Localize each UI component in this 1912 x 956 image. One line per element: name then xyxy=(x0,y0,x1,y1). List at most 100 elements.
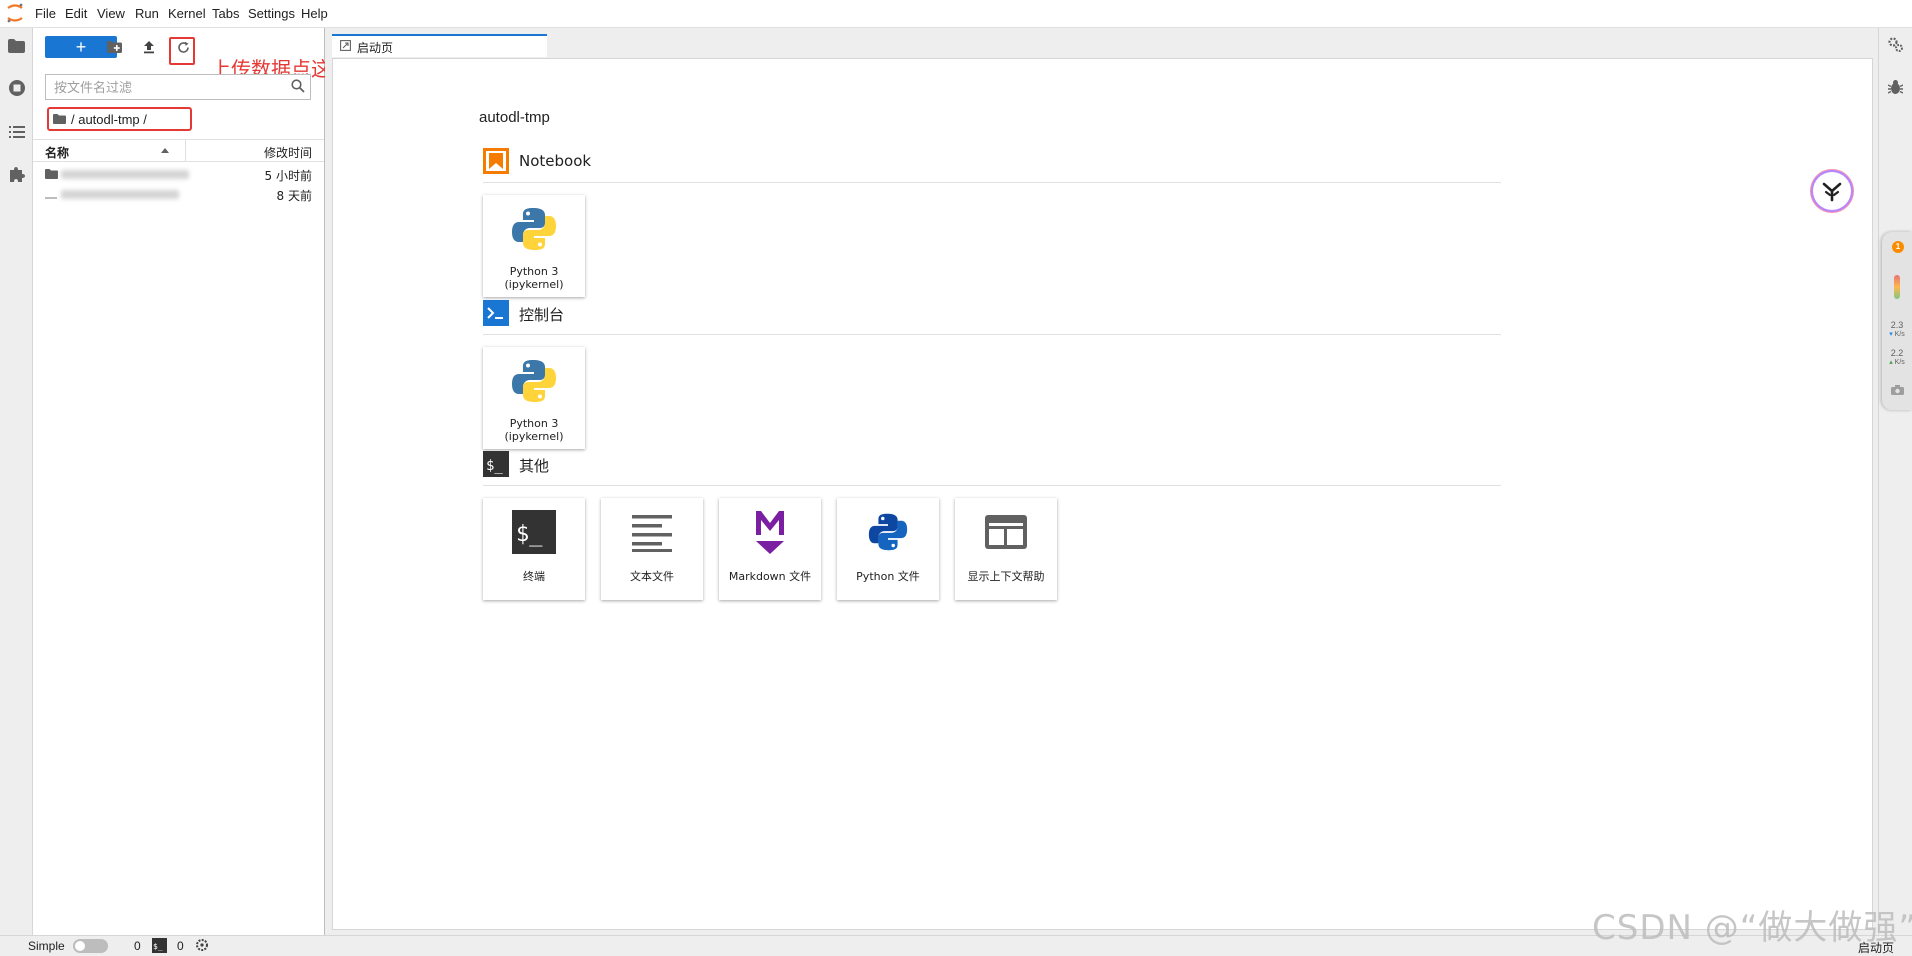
main-dock-area: 启动页 autodl-tmp Notebook Python 3 (ipyker… xyxy=(325,28,1878,935)
kernel-settings-icon[interactable] xyxy=(195,938,209,955)
card-label: 文本文件 xyxy=(630,570,674,583)
card-label: Markdown 文件 xyxy=(728,570,812,583)
tab-launcher[interactable]: 启动页 xyxy=(332,34,547,57)
download-speed: 2.3 ▾ K/s xyxy=(1882,320,1912,340)
left-activity-bar xyxy=(0,28,33,935)
file-filter-input[interactable] xyxy=(46,75,286,101)
tab-label[interactable]: 启动页 xyxy=(357,39,393,56)
svg-text:$_: $_ xyxy=(153,942,163,951)
markdown-icon xyxy=(746,508,794,556)
download-unit: ▾ K/s xyxy=(1889,331,1905,338)
file-row-file[interactable]: 8 天前 xyxy=(33,183,324,205)
section-title: 其他 xyxy=(519,457,550,475)
terminal-dollar-icon: $_ xyxy=(483,451,509,477)
contextual-help-icon xyxy=(982,508,1030,556)
file-browser-panel: + 上传数据点这里 / autodl-tmp / 名称 修改时间 5 小时前 xyxy=(33,28,351,935)
launcher-card-contextual-help[interactable]: 显示上下文帮助 xyxy=(955,498,1057,600)
menu-file[interactable]: File xyxy=(35,6,56,21)
debugger-bug-icon[interactable] xyxy=(1887,79,1904,98)
file-icon xyxy=(45,187,57,202)
python-file-icon xyxy=(864,508,912,556)
terminal-icon: $_ xyxy=(510,508,558,556)
toggle-knob xyxy=(75,941,85,951)
right-activity-bar xyxy=(1878,28,1912,935)
card-label: 显示上下文帮助 xyxy=(967,570,1045,583)
menu-tabs[interactable]: Tabs xyxy=(212,6,239,21)
jupyter-logo-icon xyxy=(6,3,24,23)
menu-kernel[interactable]: Kernel xyxy=(168,6,206,21)
launcher-tab-icon xyxy=(340,40,351,54)
notification-badge[interactable]: 1 xyxy=(1892,241,1904,253)
upload-unit: ▴ K/s xyxy=(1889,359,1905,366)
python-logo-icon xyxy=(510,357,558,405)
upload-value: 2.2 xyxy=(1890,348,1904,358)
breadcrumb-folder-icon[interactable] xyxy=(53,112,66,127)
section-title: 控制台 xyxy=(519,306,565,324)
terminals-count[interactable]: 0 xyxy=(177,939,184,953)
launcher-cwd: autodl-tmp xyxy=(479,109,550,126)
card-label: 终端 xyxy=(523,570,545,583)
menubar: File Edit View Run Kernel Tabs Settings … xyxy=(0,0,1912,28)
launcher-card-notebook-python3[interactable]: Python 3 (ipykernel) xyxy=(483,195,585,297)
simple-mode-label: Simple xyxy=(28,939,65,953)
table-of-contents-icon[interactable] xyxy=(7,122,26,141)
svg-text:$_: $_ xyxy=(516,522,543,547)
section-other: $_ 其他 xyxy=(483,451,1501,486)
menu-run[interactable]: Run xyxy=(135,6,159,21)
column-name-header[interactable]: 名称 xyxy=(45,144,69,161)
menu-view[interactable]: View xyxy=(97,6,125,21)
launcher-card-python-file[interactable]: Python 文件 xyxy=(837,498,939,600)
notebook-bookmark-icon xyxy=(483,148,509,174)
breadcrumb[interactable]: / autodl-tmp / xyxy=(47,107,192,131)
refresh-icon[interactable] xyxy=(173,37,193,57)
launcher-card-text-file[interactable]: 文本文件 xyxy=(601,498,703,600)
blurred-filename xyxy=(61,170,189,179)
download-value: 2.3 xyxy=(1890,320,1904,330)
section-notebook: Notebook xyxy=(483,148,1501,183)
sort-ascending-icon[interactable] xyxy=(161,148,169,153)
card-label-line2: (ipykernel) xyxy=(504,278,564,291)
column-divider[interactable] xyxy=(185,140,186,162)
card-label: Python 3 (ipykernel) xyxy=(483,417,585,443)
folder-icon[interactable] xyxy=(7,36,26,55)
new-folder-icon[interactable] xyxy=(104,37,124,57)
camera-icon[interactable] xyxy=(1891,385,1904,397)
python-logo-icon xyxy=(510,205,558,253)
kernels-count[interactable]: 0 xyxy=(134,939,141,953)
card-label-line2: (ipykernel) xyxy=(504,430,564,443)
breadcrumb-path[interactable]: / autodl-tmp / xyxy=(71,112,147,127)
launcher-panel: autodl-tmp Notebook Python 3 (ipykernel) xyxy=(332,58,1873,930)
simple-mode-toggle[interactable] xyxy=(73,939,108,953)
launcher-card-terminal[interactable]: $_ 终端 xyxy=(483,498,585,600)
search-icon xyxy=(291,79,305,96)
menu-edit[interactable]: Edit xyxy=(65,6,87,21)
floating-assistant-icon[interactable] xyxy=(1813,172,1851,210)
menu-help[interactable]: Help xyxy=(301,6,328,21)
section-title: Notebook xyxy=(519,152,592,170)
file-row-folder[interactable]: 5 小时前 xyxy=(33,163,324,185)
upload-icon[interactable] xyxy=(139,37,159,57)
launcher-card-markdown[interactable]: Markdown 文件 xyxy=(719,498,821,600)
svg-text:$_: $_ xyxy=(486,458,503,474)
section-console: 控制台 xyxy=(483,300,1501,335)
text-file-lines-icon xyxy=(628,508,676,556)
blurred-filename xyxy=(61,190,179,199)
upload-speed: 2.2 ▴ K/s xyxy=(1882,348,1912,368)
network-monitor-widget: 1 2.3 ▾ K/s 2.2 ▴ K/s xyxy=(1882,232,1912,410)
folder-icon xyxy=(45,167,58,182)
file-list-header: 名称 修改时间 xyxy=(33,139,324,162)
card-label: Python 3 (ipykernel) xyxy=(483,265,585,291)
menu-settings[interactable]: Settings xyxy=(248,6,295,21)
file-modified: 8 天前 xyxy=(276,189,312,203)
usage-gauge xyxy=(1894,275,1900,299)
column-modified-header[interactable]: 修改时间 xyxy=(264,144,312,161)
file-modified: 5 小时前 xyxy=(264,169,312,183)
launcher-card-console-python3[interactable]: Python 3 (ipykernel) xyxy=(483,347,585,449)
property-inspector-gears-icon[interactable] xyxy=(1887,36,1904,56)
console-prompt-icon xyxy=(483,300,509,326)
terminal-status-icon[interactable]: $_ xyxy=(152,938,167,956)
extension-puzzle-icon[interactable] xyxy=(7,165,26,184)
card-label-line1: Python 3 xyxy=(509,417,559,430)
running-stop-icon[interactable] xyxy=(7,78,26,97)
watermark: CSDN @“做大做强” xyxy=(1592,908,1912,948)
